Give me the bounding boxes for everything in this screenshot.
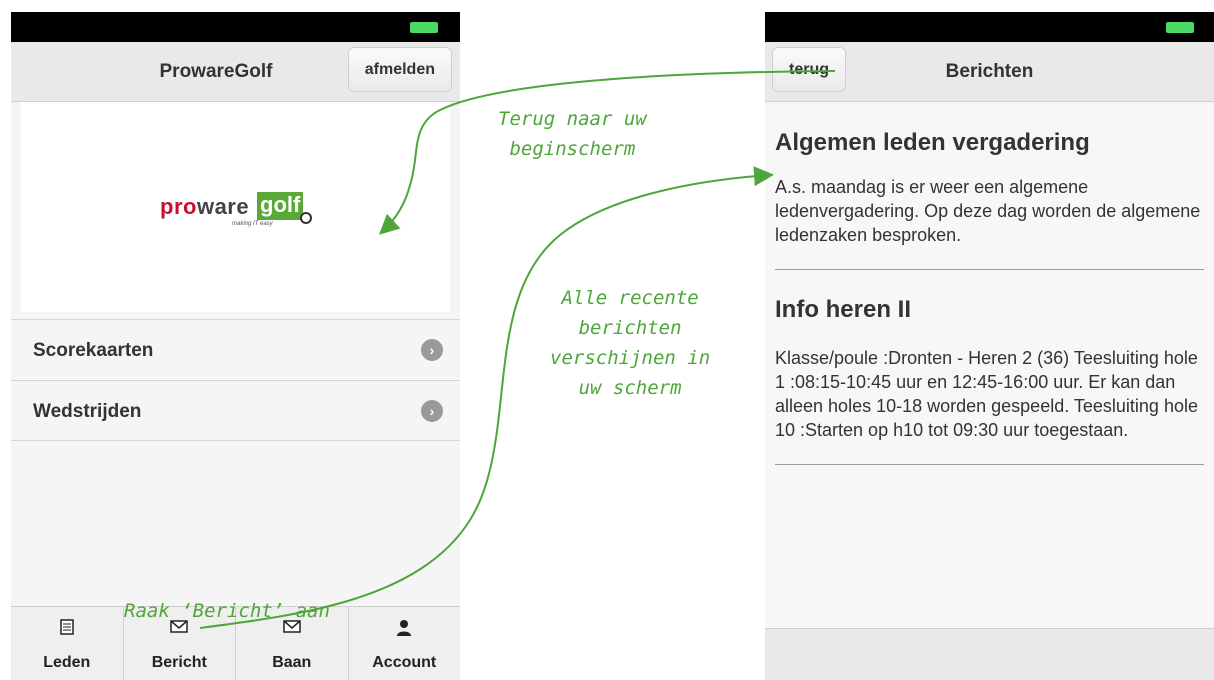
tab-account[interactable]: Account <box>349 607 461 680</box>
menu-item-scorekaarten[interactable]: Scorekaarten › <box>11 319 460 380</box>
menu-item-wedstrijden[interactable]: Wedstrijden › <box>11 380 460 441</box>
status-bar <box>11 12 460 42</box>
battery-icon <box>1166 22 1194 33</box>
tab-label: Baan <box>272 654 312 671</box>
message-body: A.s. maandag is er weer een algemene led… <box>775 175 1204 270</box>
annotation-line: verschijnen in <box>550 347 711 369</box>
prowaregolf-logo: proware golf making IT easy <box>160 192 320 238</box>
message-body: Klasse/poule :Dronten - Heren 2 (36) Tee… <box>775 346 1204 465</box>
logout-button[interactable]: afmelden <box>347 47 452 92</box>
annotation-line: uw scherm <box>578 377 682 399</box>
message-title: Algemen leden vergadering <box>775 129 1090 156</box>
person-icon <box>396 619 412 642</box>
tab-label: Leden <box>43 654 91 671</box>
logo-text-pro: pro <box>160 194 197 219</box>
logo-text-golf: golf <box>257 192 304 220</box>
tab-label: Account <box>372 654 437 671</box>
golf-ball-icon <box>300 212 312 224</box>
menu-item-label: Wedstrijden <box>33 401 142 422</box>
home-menu: Scorekaarten › Wedstrijden › <box>11 319 460 441</box>
document-icon <box>60 619 74 640</box>
annotation-line: beginscherm <box>509 138 636 160</box>
tab-label: Bericht <box>151 654 207 671</box>
annotation-tap: Raak ‘Bericht’ aan <box>124 596 330 626</box>
menu-item-label: Scorekaarten <box>33 340 154 361</box>
annotation-line: Terug naar uw <box>498 108 647 130</box>
battery-icon <box>410 22 438 33</box>
message-list: Algemen leden vergadering A.s. maandag i… <box>765 103 1214 465</box>
message-item: Info heren II Klasse/poule :Dronten - He… <box>765 296 1214 465</box>
annotation-back: Terug naar uw beginscherm <box>498 104 647 164</box>
annotation-recent: Alle recente berichten verschijnen in uw… <box>550 283 710 403</box>
footer-bar <box>765 628 1214 680</box>
back-button[interactable]: terug <box>772 47 846 92</box>
logo-tagline: making IT easy <box>232 221 273 227</box>
home-header: ProwareGolf afmelden <box>11 42 460 102</box>
messages-screen: Berichten terug Algemen leden vergaderin… <box>765 12 1214 680</box>
status-bar <box>765 12 1214 42</box>
chevron-right-icon: › <box>421 400 443 422</box>
annotation-line: Raak ‘Bericht’ aan <box>124 600 330 622</box>
annotation-line: berichten <box>578 317 682 339</box>
home-screen: ProwareGolf afmelden proware golf making… <box>11 12 460 680</box>
message-item: Algemen leden vergadering A.s. maandag i… <box>765 129 1214 270</box>
chevron-right-icon: › <box>421 339 443 361</box>
logo-panel: proware golf making IT easy <box>21 102 450 312</box>
message-title: Info heren II <box>775 296 912 323</box>
messages-header: Berichten terug <box>765 42 1214 102</box>
logo-text-ware: ware <box>196 194 250 219</box>
annotation-line: Alle recente <box>561 287 699 309</box>
tab-leden[interactable]: Leden <box>11 607 124 680</box>
